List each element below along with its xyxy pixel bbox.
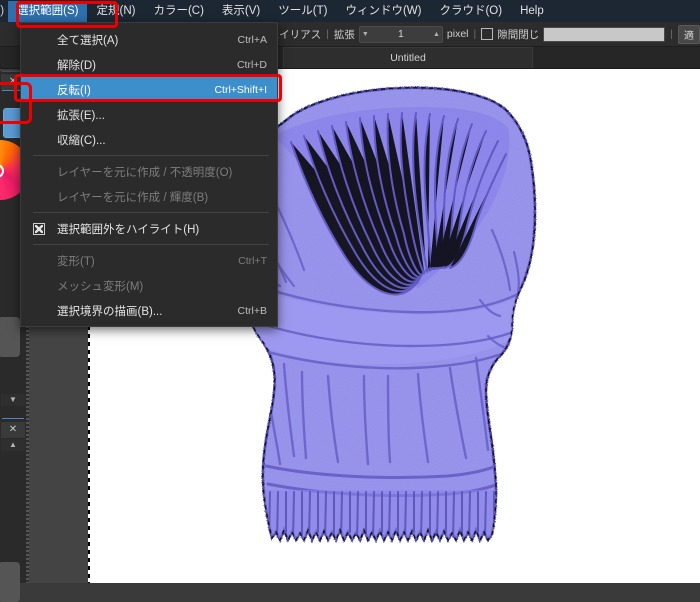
expand-spinner[interactable]: ▼ 1 ▲ <box>358 25 443 43</box>
menu-divider <box>33 155 269 156</box>
gapclose-label: 隙間閉じ <box>497 28 540 41</box>
menubar-item-window[interactable]: ウィンドウ(W) <box>336 1 430 22</box>
gapclose-slider[interactable] <box>543 26 666 42</box>
menu-item-label: 全て選択(A) <box>57 34 119 47</box>
menu-divider <box>33 244 269 245</box>
checked-box-icon <box>33 222 45 235</box>
menu-item-label: 収縮(C)... <box>57 134 106 147</box>
document-tab-title: Untitled <box>390 52 426 64</box>
menu-item-label: 選択境界の描画(B)... <box>57 305 163 318</box>
menubar-item-cloud[interactable]: クラウド(O) <box>430 1 511 22</box>
menu-item-create-from-layer-luminance: レイヤーを元に作成 / 輝度(B) <box>21 184 277 209</box>
expand-label: 拡張 <box>333 28 355 41</box>
menu-gutter <box>21 222 57 235</box>
menubar-item-color[interactable]: カラー(C) <box>144 1 212 22</box>
menubar-item-view[interactable]: 表示(V) <box>213 1 269 22</box>
menu-item-mesh-transform: メッシュ変形(M) <box>21 273 277 298</box>
menu-item-label: メッシュ変形(M) <box>57 280 144 293</box>
menubar-item-help[interactable]: Help <box>511 1 553 22</box>
document-tab[interactable]: Untitled <box>283 47 533 68</box>
menu-item-create-from-layer-opacity: レイヤーを元に作成 / 不透明度(O) <box>21 159 277 184</box>
menu-item-deselect[interactable]: 解除(D) Ctrl+D <box>21 52 277 77</box>
menubar-item-tool[interactable]: ツール(T) <box>269 1 336 22</box>
chevron-up-icon[interactable]: ▲ <box>433 31 440 38</box>
apply-button[interactable]: 適 <box>678 24 700 44</box>
panel-handle-2[interactable] <box>0 562 20 602</box>
menu-item-label: 反転(I) <box>57 84 91 97</box>
chevron-down-icon[interactable]: ▼ <box>362 31 369 38</box>
clip-studio-window: ✕ ▼ ✕ ▲ Untitled 1 | アンチエイリアス | 拡張 ▼ 1 ▲ <box>0 0 700 602</box>
menu-item-label: レイヤーを元に作成 / 不透明度(O) <box>57 166 233 179</box>
menubar-item-selection[interactable]: 選択範囲(S) <box>8 0 88 22</box>
separator: | <box>326 28 329 40</box>
rail-divider <box>2 418 24 419</box>
menu-item-invert[interactable]: 反転(I) Ctrl+Shift+I <box>21 77 277 102</box>
scroll-down-arrow[interactable]: ▼ <box>1 394 25 406</box>
gapclose-checkbox[interactable] <box>481 28 494 40</box>
scroll-up-arrow[interactable]: ▲ <box>1 439 25 451</box>
menu-item-accel: Ctrl+D <box>236 58 267 71</box>
menu-item-contract[interactable]: 収縮(C)... <box>21 127 277 152</box>
menu-item-highlight-outside-selection[interactable]: 選択範囲外をハイライト(H) <box>21 216 277 241</box>
menu-item-label: 変形(T) <box>57 255 95 268</box>
menu-item-transform: 変形(T) Ctrl+T <box>21 248 277 273</box>
menu-item-accel: Ctrl+B <box>237 304 267 317</box>
menu-item-accel: Ctrl+T <box>238 254 267 267</box>
separator: | <box>670 28 673 40</box>
menu-item-label: 選択範囲外をハイライト(H) <box>57 223 200 236</box>
selection-dropdown-menu[interactable]: 全て選択(A) Ctrl+A 解除(D) Ctrl+D 反転(I) Ctrl+S… <box>20 22 278 327</box>
menu-item-select-all[interactable]: 全て選択(A) Ctrl+A <box>21 27 277 52</box>
menu-item-accel: Ctrl+Shift+I <box>214 83 267 96</box>
menubar-item-cut[interactable]: R) <box>0 1 8 22</box>
menu-item-label: レイヤーを元に作成 / 輝度(B) <box>57 191 209 204</box>
panel-close-button-2[interactable]: ✕ <box>1 422 25 438</box>
expand-value: 1 <box>398 28 404 40</box>
menu-item-label: 拡張(E)... <box>57 109 105 122</box>
menubar-item-ruler[interactable]: 定規(N) <box>87 1 144 22</box>
menu-divider <box>33 212 269 213</box>
unit-label: pixel <box>446 28 469 40</box>
separator: | <box>473 28 477 40</box>
menu-bar[interactable]: R) 選択範囲(S) 定規(N) カラー(C) 表示(V) ツール(T) ウィン… <box>0 0 700 22</box>
menu-item-accel: Ctrl+A <box>237 33 267 46</box>
menu-item-label: 解除(D) <box>57 59 96 72</box>
menu-item-draw-selection-border[interactable]: 選択境界の描画(B)... Ctrl+B <box>21 298 277 323</box>
menu-item-expand[interactable]: 拡張(E)... <box>21 102 277 127</box>
panel-handle[interactable] <box>0 317 20 357</box>
